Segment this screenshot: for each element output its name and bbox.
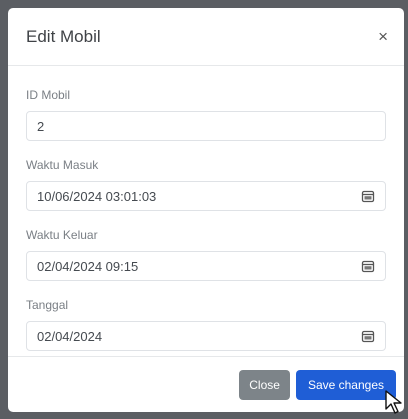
modal-header: Edit Mobil ×	[8, 8, 404, 66]
waktu-keluar-label: Waktu Keluar	[26, 228, 98, 242]
modal-body: ID Mobil 2 Waktu Masuk 10/06/2024 03:01:…	[8, 88, 404, 351]
mouse-pointer-icon	[385, 390, 402, 414]
calendar-icon[interactable]	[361, 329, 375, 343]
id-mobil-value: 2	[37, 118, 45, 134]
waktu-masuk-label: Waktu Masuk	[26, 158, 99, 172]
waktu-masuk-value: 10/06/2024 03:01:03	[37, 188, 157, 204]
close-icon[interactable]: ×	[378, 28, 388, 45]
calendar-icon[interactable]	[361, 189, 375, 203]
modal-title: Edit Mobil	[26, 26, 101, 46]
tanggal-label: Tanggal	[26, 298, 69, 312]
tanggal-value: 02/04/2024	[37, 328, 103, 344]
tanggal-input[interactable]: 02/04/2024	[26, 321, 386, 351]
id-mobil-label: ID Mobil	[26, 88, 71, 102]
waktu-keluar-value: 02/04/2024 09:15	[37, 258, 139, 274]
edit-mobil-modal: Edit Mobil × ID Mobil 2 Waktu Masuk 10/0…	[8, 8, 404, 412]
close-button[interactable]: Close	[239, 369, 290, 400]
modal-footer: Close Save changes	[8, 356, 404, 412]
save-changes-button[interactable]: Save changes	[295, 369, 396, 400]
id-mobil-input[interactable]: 2	[26, 111, 386, 141]
waktu-keluar-input[interactable]: 02/04/2024 09:15	[26, 251, 386, 281]
calendar-icon[interactable]	[361, 259, 375, 273]
waktu-masuk-input[interactable]: 10/06/2024 03:01:03	[26, 181, 386, 211]
